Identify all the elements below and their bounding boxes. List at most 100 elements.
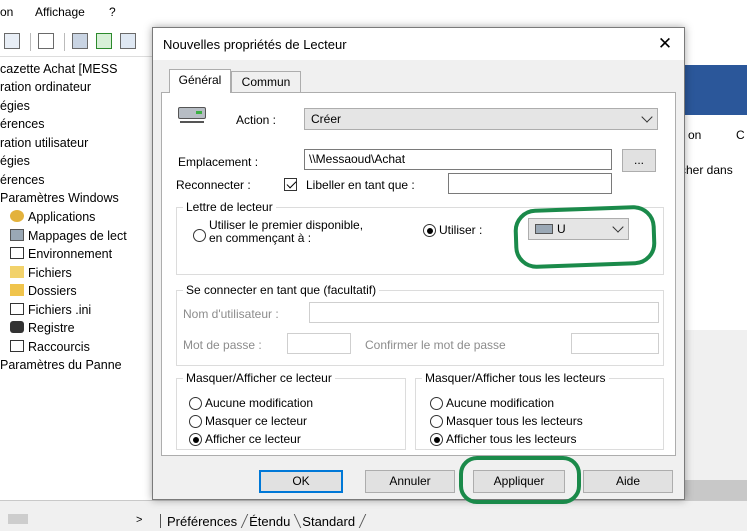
password-label: Mot de passe : (183, 338, 262, 352)
hide-show-this-title: Masquer/Afficher ce lecteur (183, 371, 335, 385)
tree-item-drive-maps[interactable]: Mappages de lect (10, 229, 127, 243)
confirm-password-input[interactable] (571, 333, 659, 354)
tree-item-ini-files[interactable]: Fichiers .ini (10, 303, 91, 317)
toolbar-separator (64, 33, 65, 51)
tab-extended[interactable]: Étendu (249, 514, 290, 529)
view-tabs: Préférences Étendu Standard (160, 514, 367, 529)
column-header[interactable]: C (736, 128, 745, 142)
tree-item[interactable]: cazette Achat [MESS (0, 62, 117, 76)
all-no-change-label: Aucune modification (446, 396, 555, 410)
use-radio[interactable] (423, 224, 436, 237)
close-icon[interactable]: ✕ (651, 32, 679, 56)
menu-item-action[interactable]: on (0, 5, 13, 19)
tree-item-registry[interactable]: Registre (10, 321, 75, 335)
hide-this-radio[interactable] (189, 415, 202, 428)
refresh-icon[interactable] (96, 33, 112, 49)
show-all-radio[interactable] (430, 433, 443, 446)
tree-item[interactable]: érences (0, 173, 44, 187)
tab-preferences[interactable]: Préférences (167, 514, 237, 529)
tab-divider (160, 514, 161, 528)
drive-map-icon (10, 229, 24, 241)
tab-divider (358, 514, 367, 528)
tree-item[interactable]: érences (0, 117, 44, 131)
reconnect-checkbox[interactable] (284, 178, 297, 191)
confirm-password-label: Confirmer le mot de passe (365, 338, 506, 352)
this-no-change-radio[interactable] (189, 397, 202, 410)
first-available-radio[interactable] (193, 229, 206, 242)
action-select[interactable]: Créer (304, 108, 658, 130)
tree-item[interactable]: Paramètres Windows (0, 191, 119, 205)
tree-item[interactable]: égies (0, 99, 30, 113)
password-input[interactable] (287, 333, 351, 354)
folders-icon (10, 284, 24, 296)
browse-button[interactable]: ... (622, 149, 656, 172)
hide-this-label: Masquer ce lecteur (205, 414, 308, 428)
tab-common[interactable]: Commun (231, 71, 301, 93)
help-icon[interactable] (120, 33, 136, 49)
tab-divider (294, 514, 302, 528)
drive-letter-select[interactable]: U (528, 218, 629, 240)
show-hide-tree-icon[interactable] (4, 33, 20, 49)
tab-general[interactable]: Général (169, 69, 231, 93)
show-all-label: Afficher tous les lecteurs (446, 432, 577, 446)
location-input[interactable]: \\Messaoud\Achat (304, 149, 612, 170)
results-lower-area (685, 330, 747, 500)
label-as-input[interactable] (448, 173, 612, 194)
print-icon[interactable] (72, 33, 88, 49)
reconnect-label: Reconnecter : (176, 178, 251, 192)
files-icon (10, 266, 24, 278)
connect-as-group-title: Se connecter en tant que (facultatif) (183, 283, 380, 297)
drive-properties-dialog: Nouvelles propriétés de Lecteur ✕ Généra… (152, 27, 685, 500)
tree-item[interactable]: égies (0, 154, 30, 168)
environment-icon (10, 247, 24, 259)
show-this-label: Afficher ce lecteur (205, 432, 301, 446)
tree-item-files[interactable]: Fichiers (10, 266, 72, 280)
menu-item-affichage[interactable]: Affichage (35, 5, 85, 19)
tree-item[interactable]: ration utilisateur (0, 136, 88, 150)
scroll-right-icon[interactable]: > (136, 514, 142, 526)
menu-bar: on Affichage ? (0, 0, 747, 27)
location-label: Emplacement : (178, 155, 259, 169)
tree-item-folders[interactable]: Dossiers (10, 284, 77, 298)
console-tree: cazette Achat [MESS ration ordinateur ég… (0, 60, 155, 500)
ok-button[interactable]: OK (259, 470, 343, 493)
tree-item[interactable]: Paramètres du Panne (0, 358, 122, 372)
results-hint-text: cher dans (680, 163, 733, 177)
connect-as-group: Se connecter en tant que (facultatif) No… (176, 283, 664, 366)
drive-letter-group: Lettre de lecteur Utiliser le premier di… (176, 200, 664, 275)
username-input[interactable] (309, 302, 659, 323)
help-button[interactable]: Aide (583, 470, 673, 493)
registry-icon (10, 321, 24, 333)
dialog-titlebar[interactable]: Nouvelles propriétés de Lecteur ✕ (153, 28, 684, 60)
action-label: Action : (236, 113, 277, 127)
tree-item-shortcuts[interactable]: Raccourcis (10, 340, 90, 354)
results-scrollbar[interactable] (685, 480, 747, 500)
chevron-down-icon (612, 221, 624, 233)
drive-icon (178, 105, 206, 125)
username-label: Nom d'utilisateur : (183, 307, 279, 321)
shortcut-icon (10, 340, 24, 352)
toolbar (0, 27, 160, 57)
toolbar-separator (30, 33, 31, 51)
tree-item-environment[interactable]: Environnement (10, 247, 112, 261)
tab-standard[interactable]: Standard (302, 514, 355, 529)
horizontal-scrollbar[interactable] (8, 514, 28, 524)
menu-item-help[interactable]: ? (109, 5, 116, 19)
hide-show-this-group: Masquer/Afficher ce lecteur Aucune modif… (176, 371, 406, 450)
show-this-radio[interactable] (189, 433, 202, 446)
hide-show-all-title: Masquer/Afficher tous les lecteurs (422, 371, 609, 385)
properties-icon[interactable] (38, 33, 54, 49)
column-header[interactable]: on (688, 128, 701, 142)
drive-icon (535, 224, 553, 234)
apply-button[interactable]: Appliquer (473, 470, 565, 493)
this-no-change-label: Aucune modification (205, 396, 314, 410)
tree-item[interactable]: ration ordinateur (0, 80, 91, 94)
all-no-change-radio[interactable] (430, 397, 443, 410)
hide-all-radio[interactable] (430, 415, 443, 428)
general-panel: Action : Créer Emplacement : \\Messaoud\… (161, 92, 676, 456)
dialog-title: Nouvelles propriétés de Lecteur (163, 37, 347, 52)
tab-divider (240, 514, 249, 528)
cancel-button[interactable]: Annuler (365, 470, 455, 493)
results-header-band (685, 65, 747, 115)
tree-item-applications[interactable]: Applications (10, 210, 95, 224)
